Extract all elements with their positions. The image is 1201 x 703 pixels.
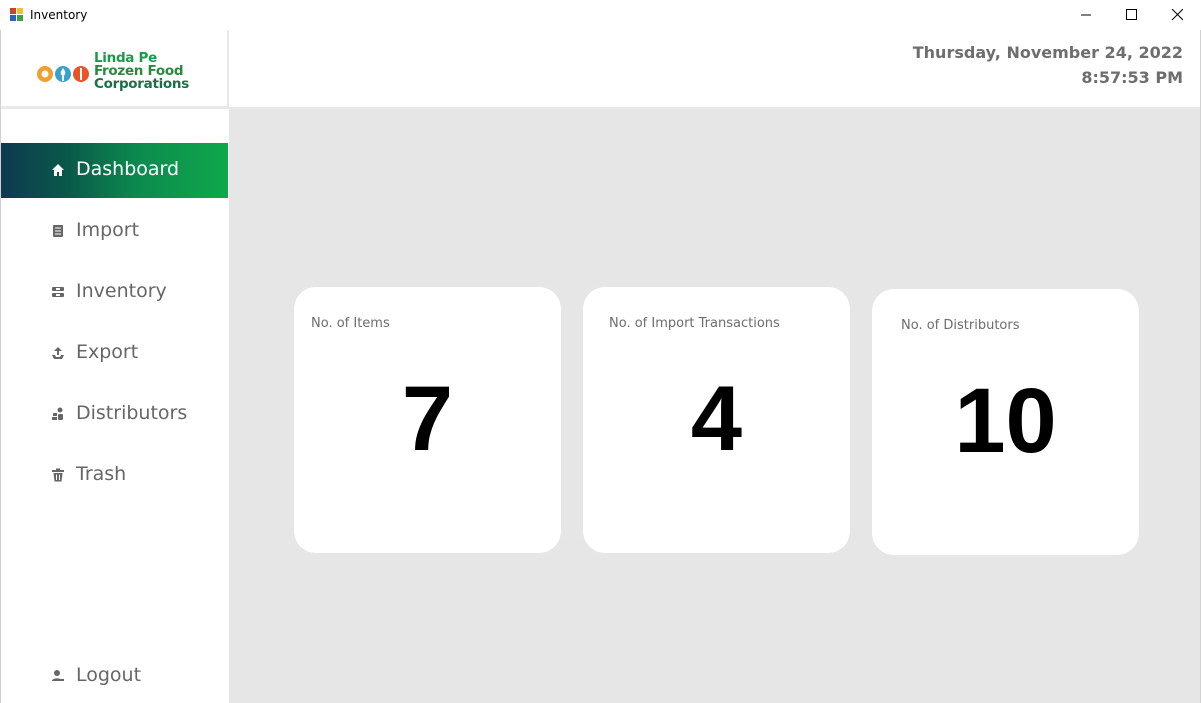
title-bar: Inventory (0, 0, 1201, 30)
import-transactions-card: No. of Import Transactions 4 (583, 287, 850, 553)
close-icon (1171, 9, 1183, 21)
logout-icon (52, 670, 64, 681)
logout-label: Logout (76, 664, 142, 686)
card-value: 7 (401, 368, 454, 470)
sidebar-item-label: Inventory (76, 280, 167, 302)
card-label: No. of Distributors (901, 318, 1020, 333)
current-date: Thursday, November 24, 2022 (912, 43, 1183, 62)
company-logo-icon (37, 66, 89, 82)
export-icon (52, 347, 64, 359)
sidebar-item-label: Distributors (76, 402, 188, 424)
distributors-count-card: No. of Distributors 10 (872, 289, 1139, 555)
window-title: Inventory (30, 8, 88, 22)
card-label: No. of Import Transactions (609, 316, 780, 331)
boxes-icon (52, 287, 64, 297)
items-count-card: No. of Items 7 (294, 287, 561, 553)
sidebar: Dashboard Import Inventory Export Distri… (1, 109, 229, 649)
dashboard-content: No. of Items 7 No. of Import Transaction… (229, 107, 1200, 703)
minimize-button[interactable] (1063, 0, 1109, 30)
sidebar-item-dashboard[interactable]: Dashboard (1, 143, 228, 198)
app-icon (10, 8, 24, 21)
sidebar-item-label: Import (76, 219, 140, 241)
sidebar-item-export[interactable]: Export (1, 326, 228, 381)
sidebar-item-inventory[interactable]: Inventory (1, 265, 228, 320)
sidebar-item-trash[interactable]: Trash (1, 448, 228, 503)
company-name: Linda Pe Frozen Food Corporations (94, 51, 189, 92)
sidebar-item-import[interactable]: Import (1, 204, 228, 259)
distributors-icon (52, 407, 63, 420)
card-label: No. of Items (311, 316, 390, 331)
company-name-line3: Corporations (94, 76, 189, 92)
maximize-button[interactable] (1108, 0, 1154, 30)
sidebar-footer: Logout (1, 649, 233, 703)
logout-button[interactable]: Logout (1, 649, 233, 703)
sidebar-item-label: Trash (76, 463, 127, 485)
card-value: 4 (690, 368, 743, 470)
header: Thursday, November 24, 2022 8:57:53 PM (231, 30, 1200, 107)
logo-area: Linda Pe Frozen Food Corporations (1, 30, 229, 107)
minimize-icon (1081, 14, 1091, 16)
maximize-icon (1126, 9, 1137, 20)
sidebar-item-label: Dashboard (76, 158, 180, 180)
sidebar-item-label: Export (76, 341, 139, 363)
card-value: 10 (954, 370, 1057, 472)
sidebar-item-distributors[interactable]: Distributors (1, 387, 228, 442)
current-time: 8:57:53 PM (1081, 68, 1183, 87)
home-icon (52, 164, 64, 176)
close-button[interactable] (1154, 0, 1200, 30)
trash-icon (52, 468, 64, 482)
book-icon (53, 225, 63, 237)
